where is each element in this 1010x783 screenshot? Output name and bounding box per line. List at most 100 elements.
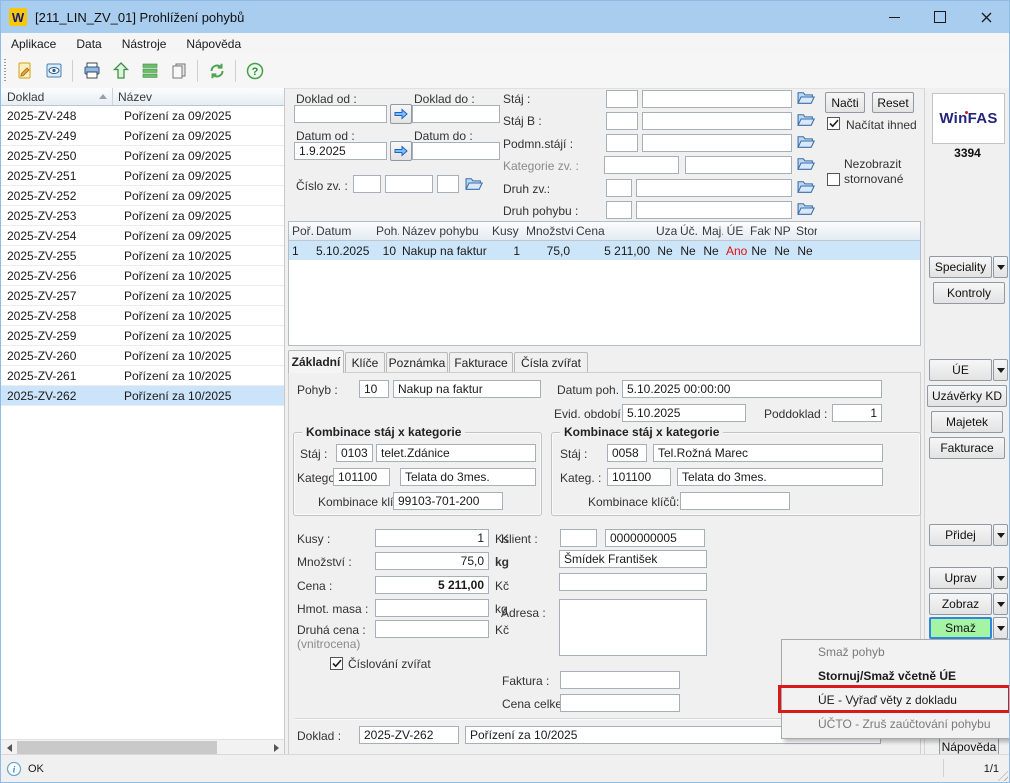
cislovani-zvirat-checkbox[interactable] (330, 657, 343, 670)
list-item[interactable]: 2025-ZV-252Pořízení za 09/2025 (1, 186, 284, 206)
header-datum[interactable]: Datum (313, 224, 373, 238)
uzaverky-kd-button[interactable]: Uzávěrky KD (927, 385, 1007, 407)
faktura-input[interactable] (560, 671, 680, 689)
list-item[interactable]: 2025-ZV-248Pořízení za 09/2025 (1, 106, 284, 126)
menu-data[interactable]: Data (66, 37, 111, 51)
header-stor[interactable]: Stor. (793, 224, 817, 238)
kategorie-zv-name-input[interactable] (685, 156, 792, 174)
nacitat-ihned-checkbox[interactable] (827, 117, 840, 130)
tab-fakturace[interactable]: Fakturace (449, 352, 513, 372)
column-header-doklad[interactable]: Doklad (1, 88, 113, 105)
hmot-masa-input[interactable] (375, 599, 489, 617)
header-poh[interactable]: Poh. (373, 224, 399, 238)
list-item[interactable]: 2025-ZV-260Pořízení za 10/2025 (1, 346, 284, 366)
list-item[interactable]: 2025-ZV-255Pořízení za 10/2025 (1, 246, 284, 266)
druh-zv-name-input[interactable] (636, 179, 792, 197)
zobraz-dropdown-button[interactable] (993, 593, 1008, 615)
majetek-button[interactable]: Majetek (931, 411, 1003, 433)
staj-code-input[interactable] (606, 90, 638, 108)
header-mnozstvi[interactable]: Množství (523, 224, 573, 238)
uprav-dropdown-button[interactable] (993, 567, 1008, 589)
cena-celkem-input[interactable] (560, 694, 680, 712)
menu-aplikace[interactable]: Aplikace (1, 37, 66, 51)
zobraz-button[interactable]: Zobraz (929, 593, 992, 615)
list-item[interactable]: 2025-ZV-250Pořízení za 09/2025 (1, 146, 284, 166)
header-ue[interactable]: ÚE (723, 224, 747, 238)
menu-napoveda[interactable]: Nápověda (176, 37, 251, 51)
header-por[interactable]: Poř. (289, 224, 313, 238)
kusy-input[interactable]: 1 (375, 529, 489, 547)
nezobrazit-stornovane-checkbox[interactable] (827, 173, 840, 186)
movement-row-selected[interactable]: 1 5.10.2025 10 Nakup na faktur 1 75,0 5 … (289, 241, 920, 260)
cislo-zv-input-2[interactable] (385, 175, 433, 193)
datum-od-input[interactable]: 1.9.2025 (294, 142, 387, 160)
staj-b-code-input[interactable] (606, 112, 638, 130)
group-right-kategorie-code-input[interactable]: 101100 (607, 468, 671, 486)
kontroly-button[interactable]: Kontroly (933, 282, 1005, 304)
druh-pohybu-code-input[interactable] (606, 201, 632, 219)
cislo-zv-input-3[interactable] (437, 175, 459, 193)
header-uc[interactable]: Úč. (677, 224, 699, 238)
druh-zv-lookup-button[interactable] (797, 179, 815, 194)
export-button[interactable] (107, 58, 134, 85)
list-item[interactable]: 2025-ZV-261Pořízení za 10/2025 (1, 366, 284, 386)
group-left-kategorie-code-input[interactable]: 101100 (333, 468, 390, 486)
speciality-button[interactable]: Speciality (929, 256, 992, 278)
list-button[interactable] (136, 58, 163, 85)
kategorie-zv-lookup-button[interactable] (797, 156, 815, 171)
ue-dropdown-button[interactable] (993, 359, 1008, 381)
list-item[interactable]: 2025-ZV-249Pořízení za 09/2025 (1, 126, 284, 146)
podmn-staji-name-input[interactable] (642, 134, 792, 152)
druh-zv-code-input[interactable] (606, 179, 632, 197)
pridej-dropdown-button[interactable] (993, 524, 1008, 546)
datum-do-input[interactable] (412, 142, 500, 160)
staj-lookup-button[interactable] (797, 90, 815, 105)
podmn-staji-code-input[interactable] (606, 134, 638, 152)
speciality-dropdown-button[interactable] (993, 256, 1008, 278)
fakturace-button[interactable]: Fakturace (929, 437, 1005, 459)
list-item[interactable]: 2025-ZV-254Pořízení za 09/2025 (1, 226, 284, 246)
tab-zakladni[interactable]: Základní (288, 350, 344, 373)
klient-prefix-input[interactable] (560, 529, 597, 547)
copy-button[interactable] (165, 58, 192, 85)
group-right-kombinace-input[interactable] (680, 492, 790, 510)
group-right-staj-code-input[interactable]: 0058 (607, 444, 647, 462)
staj-b-lookup-button[interactable] (797, 112, 815, 127)
staj-b-name-input[interactable] (642, 112, 792, 130)
klient-name-input[interactable]: Šmídek František (559, 550, 707, 568)
group-right-staj-name-input[interactable]: Tel.Rožná Marec (653, 444, 883, 462)
tab-cisla-zvirat[interactable]: Čísla zvířat (514, 352, 588, 372)
druh-pohybu-name-input[interactable] (636, 201, 792, 219)
header-nazev-pohybu[interactable]: Název pohybu (399, 224, 489, 238)
help-button[interactable]: ? (241, 58, 268, 85)
list-item-selected[interactable]: 2025-ZV-262Pořízení za 10/2025 (1, 386, 284, 406)
klient-code-input[interactable]: 0000000005 (605, 529, 705, 547)
context-menu-item-smaz-pohyb[interactable]: Smaž pohyb (782, 640, 1009, 664)
view-button[interactable] (40, 58, 67, 85)
kategorie-zv-code-input[interactable] (604, 156, 679, 174)
druha-cena-input[interactable] (375, 620, 489, 638)
header-cena[interactable]: Cena (573, 224, 653, 238)
tab-klice[interactable]: Klíče (345, 352, 385, 372)
list-item[interactable]: 2025-ZV-256Pořízení za 10/2025 (1, 266, 284, 286)
refresh-button[interactable] (203, 58, 230, 85)
doklad-copy-arrow-button[interactable] (390, 104, 412, 124)
datum-copy-arrow-button[interactable] (390, 141, 412, 161)
pohyb-name-input[interactable]: Nakup na faktur (393, 380, 541, 398)
datum-poh-input[interactable]: 5.10.2025 00:00:00 (622, 380, 882, 398)
klient-extra-input[interactable] (559, 573, 707, 591)
evid-obdobi-input[interactable]: 5.10.2025 (622, 404, 746, 422)
pridej-button[interactable]: Přidej (929, 524, 992, 546)
list-item[interactable]: 2025-ZV-259Pořízení za 10/2025 (1, 326, 284, 346)
list-item[interactable]: 2025-ZV-257Pořízení za 10/2025 (1, 286, 284, 306)
doklad-number-input[interactable]: 2025-ZV-262 (359, 726, 459, 744)
column-header-nazev[interactable]: Název (113, 90, 152, 104)
doklad-od-input[interactable] (294, 105, 387, 123)
staj-name-input[interactable] (642, 90, 792, 108)
print-button[interactable] (78, 58, 105, 85)
pohyb-code-input[interactable]: 10 (359, 380, 389, 398)
ue-button[interactable]: ÚE (929, 359, 992, 381)
tab-poznamka[interactable]: Poznámka (386, 352, 448, 372)
context-menu-item-ucto-zrus[interactable]: ÚČTO - Zruš zaúčtování pohybu (782, 712, 1009, 736)
druh-pohybu-lookup-button[interactable] (797, 201, 815, 216)
